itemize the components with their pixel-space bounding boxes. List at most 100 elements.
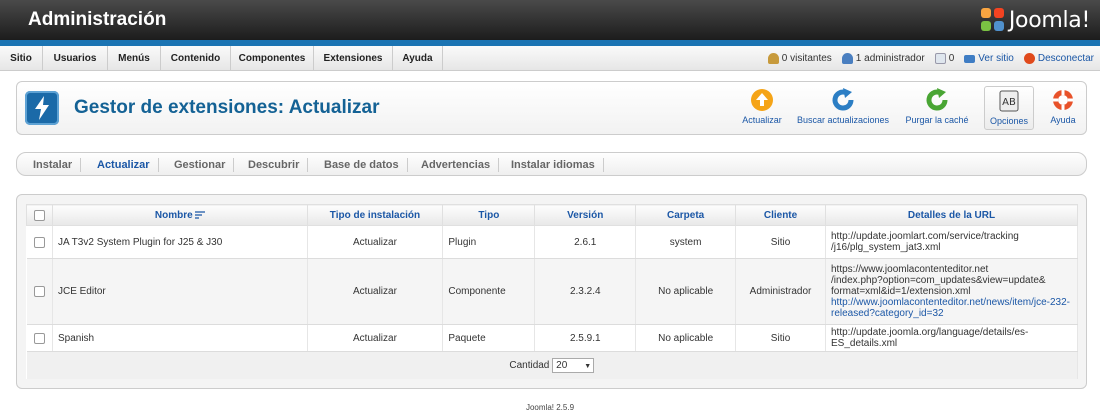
row-checkbox[interactable] <box>33 236 45 248</box>
admins-status: 1 administrador <box>841 53 925 64</box>
menu-item-extensiones[interactable]: Extensiones <box>314 46 393 71</box>
row-checkbox[interactable] <box>33 286 45 297</box>
logout-link[interactable]: Desconectar <box>1023 53 1094 64</box>
visitors-icon <box>767 53 779 64</box>
purge-cache-label: Purgar la caché <box>905 115 969 125</box>
cell-folder: system <box>635 225 737 259</box>
url-line: /index.php?option=com_updates&view=updat… <box>831 275 1046 286</box>
cell-name: Spanish <box>52 324 308 352</box>
column-header-folder[interactable]: Carpeta <box>635 204 737 226</box>
svg-text:AB: AB <box>1002 97 1016 108</box>
cell-type: Plugin <box>442 225 536 259</box>
visitors-count: 0 visitantes <box>781 53 832 64</box>
toolbar-box: Gestor de extensiones: Actualizar Actual… <box>16 81 1087 135</box>
tab-instalar[interactable]: Instalar <box>25 158 82 172</box>
table-header-row: Nombre Tipo de instalación Tipo Versión … <box>26 204 1078 226</box>
help-button[interactable]: Ayuda <box>1042 86 1084 130</box>
tab-advertencias[interactable]: Advertencias <box>413 158 500 172</box>
menu-item-usuarios[interactable]: Usuarios <box>43 46 108 71</box>
column-header-type[interactable]: Tipo <box>442 204 536 226</box>
menu-item-sitio[interactable]: Sitio <box>0 46 43 71</box>
view-site-link[interactable]: Ver sitio <box>964 53 1014 64</box>
cell-install-type: Actualizar <box>307 225 444 259</box>
menu-item-componentes[interactable]: Componentes <box>231 46 314 71</box>
cell-url: http://update.joomla.org/language/detail… <box>825 324 1078 352</box>
options-button[interactable]: AB Opciones <box>984 86 1034 130</box>
cell-type: Componente <box>442 258 536 325</box>
table-row: JCE Editor Actualizar Componente 2.3.2.4… <box>26 258 1078 325</box>
column-header-url[interactable]: Detalles de la URL <box>825 204 1078 226</box>
table-footer-row: Cantidad 20 ▼ <box>26 351 1078 379</box>
column-header-name[interactable]: Nombre <box>51 204 308 226</box>
dropdown-arrow-icon: ▼ <box>584 362 592 370</box>
url-line: format=xml&id=1/extension.xml <box>831 286 971 297</box>
cell-install-type: Actualizar <box>307 324 444 352</box>
admin-header: Administración Joomla! <box>0 0 1100 40</box>
limit-label: Cantidad <box>509 359 550 371</box>
extension-manager-icon <box>25 91 59 125</box>
table-row: JA T3v2 System Plugin for J25 & J30 Actu… <box>26 225 1078 259</box>
view-site-label[interactable]: Ver sitio <box>978 53 1014 64</box>
find-updates-button[interactable]: Buscar actualizaciones <box>792 86 894 130</box>
select-all-cell <box>26 204 53 226</box>
tab-instalar-idiomas[interactable]: Instalar idiomas <box>503 158 604 172</box>
column-header-version[interactable]: Versión <box>534 204 637 226</box>
admin-user-icon <box>841 53 853 64</box>
table-row: Spanish Actualizar Paquete 2.5.9.1 No ap… <box>26 324 1078 352</box>
menu-item-ayuda[interactable]: Ayuda <box>393 46 443 71</box>
purge-cache-button[interactable]: Purgar la caché <box>902 86 972 130</box>
limit-select[interactable]: 20 ▼ <box>552 357 595 373</box>
main-menu-bar: Sitio Usuarios Menús Contenido Component… <box>0 46 1100 71</box>
joomla-logo-icon <box>980 8 1005 32</box>
details-link[interactable]: http://www.joomlacontenteditor.net/news/… <box>831 297 1070 319</box>
messages-status[interactable]: 0 <box>934 53 955 64</box>
row-checkbox[interactable] <box>33 332 45 344</box>
column-header-install-type[interactable]: Tipo de instalación <box>306 204 444 226</box>
joomla-logo: Joomla! <box>980 7 1090 33</box>
admins-count: 1 administrador <box>855 53 925 64</box>
refresh-blue-icon <box>831 88 855 112</box>
logout-label[interactable]: Desconectar <box>1038 53 1094 64</box>
url-line: /j16/plg_system_jat3.xml <box>831 242 941 253</box>
admin-title: Administración <box>28 9 167 30</box>
cell-folder: No aplicable <box>635 324 737 352</box>
help-label: Ayuda <box>1050 115 1076 125</box>
monitor-icon <box>964 54 976 63</box>
lifebuoy-icon <box>1051 88 1075 112</box>
url-line: https://www.joomlacontenteditor.net <box>831 264 989 275</box>
tab-actualizar[interactable]: Actualizar <box>89 158 159 172</box>
cell-url: https://www.joomlacontenteditor.net /ind… <box>825 258 1078 325</box>
options-icon: AB <box>997 89 1021 113</box>
cell-name: JA T3v2 System Plugin for J25 & J30 <box>52 225 308 259</box>
update-button[interactable]: Actualizar <box>736 86 788 130</box>
url-line: http://update.joomla.org/language/detail… <box>831 327 1029 349</box>
cell-type: Paquete <box>442 324 536 352</box>
cell-client: Sitio <box>735 225 826 259</box>
page-title: Gestor de extensiones: Actualizar <box>74 97 380 118</box>
messages-count: 0 <box>948 53 955 64</box>
joomla-logo-text: Joomla! <box>1008 7 1090 33</box>
cell-install-type: Actualizar <box>307 258 444 325</box>
options-label: Opciones <box>989 116 1029 126</box>
find-updates-label: Buscar actualizaciones <box>796 115 890 125</box>
cell-client: Administrador <box>735 258 826 325</box>
cell-version: 2.6.1 <box>534 225 637 259</box>
refresh-green-icon <box>925 88 949 112</box>
menu-item-contenido[interactable]: Contenido <box>161 46 231 71</box>
cell-url: http://update.joomlart.com/service/track… <box>825 225 1078 259</box>
cell-name: JCE Editor <box>52 258 308 325</box>
tab-base-de-datos[interactable]: Base de datos <box>316 158 408 172</box>
menu-item-menus[interactable]: Menús <box>108 46 161 71</box>
tab-gestionar[interactable]: Gestionar <box>166 158 235 172</box>
select-all-checkbox[interactable] <box>33 209 45 221</box>
update-icon <box>750 88 774 112</box>
visitors-status: 0 visitantes <box>767 53 832 64</box>
sort-icon <box>194 211 205 219</box>
submenu-tabs: Instalar Actualizar Gestionar Descubrir … <box>16 152 1087 176</box>
tab-descubrir[interactable]: Descubrir <box>240 158 309 172</box>
column-header-client[interactable]: Cliente <box>735 204 826 226</box>
updates-table: Nombre Tipo de instalación Tipo Versión … <box>26 204 1078 379</box>
logout-icon <box>1023 53 1035 64</box>
status-bar: 0 visitantes 1 administrador 0 Ver sitio… <box>758 46 1094 71</box>
cell-client: Sitio <box>735 324 826 352</box>
